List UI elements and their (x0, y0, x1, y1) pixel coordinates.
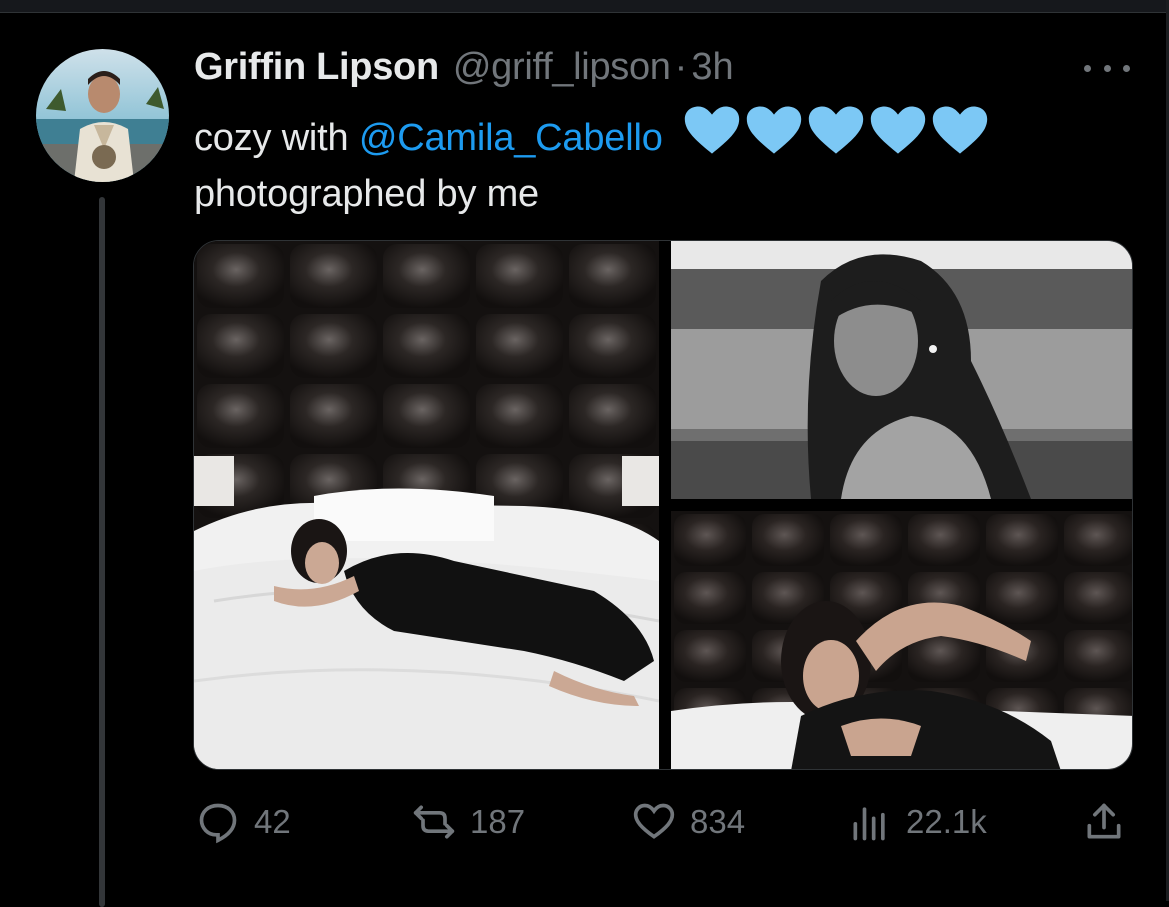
author-handle[interactable]: @griff_lipson (453, 46, 671, 89)
light-blue-heart-icon (684, 106, 740, 154)
mention-link[interactable]: @Camila_Cabello (359, 117, 663, 159)
light-blue-heart-icon (808, 106, 864, 154)
tweet-text: cozy with @Camila_Cabello photographed b… (194, 104, 989, 222)
reply-icon (199, 803, 237, 844)
light-blue-heart-icon (932, 106, 988, 154)
action-bar: 42 187 834 22.1k (0, 795, 1169, 855)
portrait-photo-top-right[interactable] (671, 241, 1132, 499)
repost-count: 187 (470, 803, 526, 840)
share-button[interactable] (1082, 795, 1140, 849)
views-button[interactable]: 22.1k (848, 795, 987, 849)
heart-emojis (683, 104, 989, 156)
timestamp[interactable]: 3h (691, 46, 733, 89)
avatar[interactable] (36, 49, 169, 182)
repost-button[interactable]: 187 (412, 795, 525, 849)
analytics-icon (853, 807, 885, 841)
view-count: 22.1k (906, 803, 987, 840)
text-line-2: photographed by me (194, 173, 539, 215)
tweet-header: Griffin Lipson @griff_lipson · 3h (194, 46, 734, 92)
author-name[interactable]: Griffin Lipson (194, 46, 439, 89)
like-button[interactable]: 834 (632, 795, 745, 849)
reply-count: 42 (254, 803, 291, 840)
more-options-icon[interactable] (1084, 57, 1130, 79)
separator-dot: · (674, 46, 688, 88)
bedroom-photo-left[interactable] (194, 241, 660, 769)
repost-icon (413, 805, 455, 839)
light-blue-heart-icon (870, 106, 926, 154)
reply-button[interactable]: 42 (196, 795, 291, 849)
bedroom-photo-bottom-right[interactable] (671, 511, 1132, 769)
media-grid (193, 240, 1133, 770)
share-icon (1087, 803, 1121, 839)
light-blue-heart-icon (746, 106, 802, 154)
text-prefix: cozy with (194, 117, 349, 159)
like-count: 834 (690, 803, 746, 840)
heart-icon (633, 803, 675, 839)
top-divider (0, 0, 1169, 13)
